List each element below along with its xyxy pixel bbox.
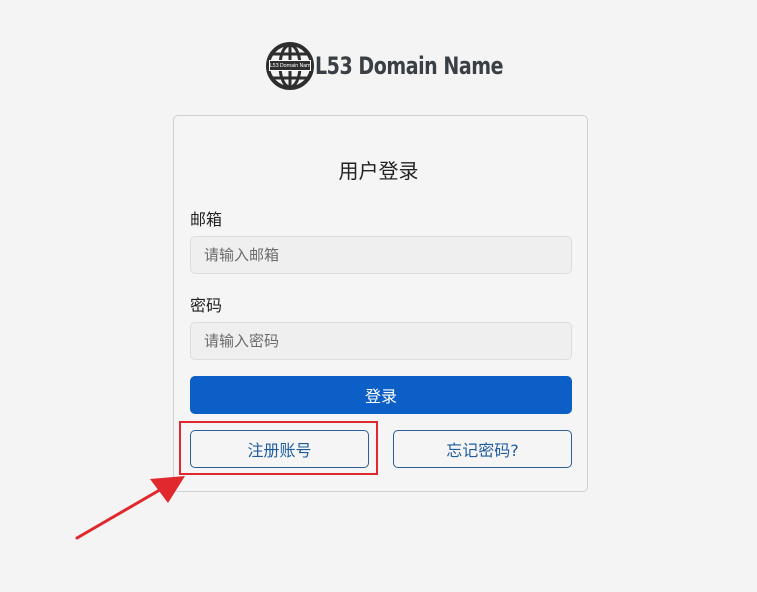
email-input[interactable] xyxy=(190,236,572,274)
logo-text: L53 Domain Name xyxy=(315,52,504,80)
email-label: 邮箱 xyxy=(190,210,223,229)
password-label: 密码 xyxy=(190,296,223,315)
brand-logo: L53 Domain Name L53 Domain Name xyxy=(265,40,529,92)
forgot-password-button[interactable]: 忘记密码? xyxy=(393,430,572,468)
register-button[interactable]: 注册账号 xyxy=(190,430,369,468)
globe-icon: L53 Domain Name xyxy=(265,41,315,91)
login-title: 用户登录 xyxy=(338,159,419,183)
login-button[interactable]: 登录 xyxy=(190,376,572,414)
logo-badge: L53 Domain Name xyxy=(269,60,311,71)
password-input[interactable] xyxy=(190,322,572,360)
